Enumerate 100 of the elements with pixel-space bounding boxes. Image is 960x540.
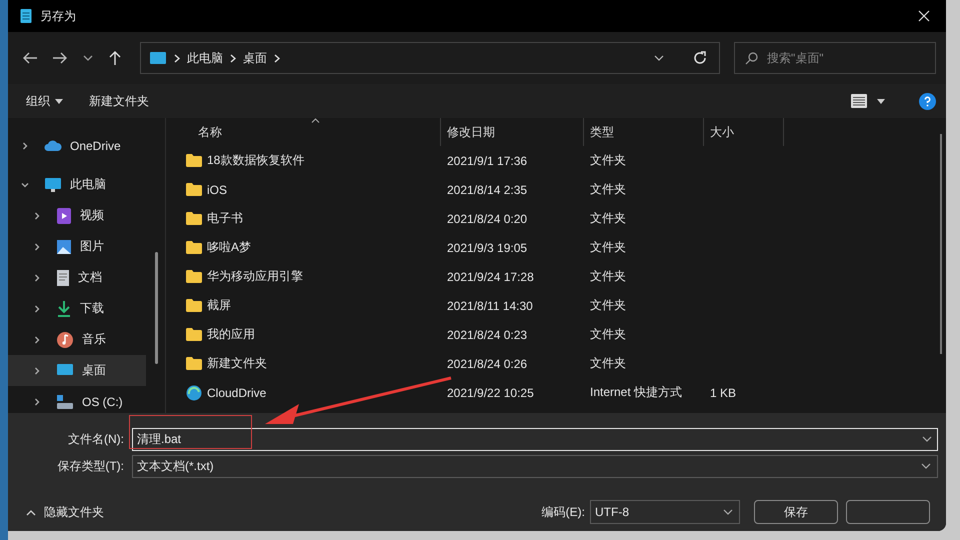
dialog-button[interactable]	[846, 500, 930, 524]
sidebar-item[interactable]: 视频	[8, 200, 146, 231]
forward-arrow-icon[interactable]	[52, 51, 68, 65]
field-label: 编码(E):	[542, 504, 585, 520]
close-icon[interactable]	[918, 10, 930, 22]
date-cell-text: 2021/9/1 17:36	[446, 154, 528, 168]
type-cell-text: Internet 快捷方式	[589, 384, 684, 401]
chevron-down-icon[interactable]	[921, 463, 931, 470]
chevron-down-icon[interactable]	[82, 54, 94, 62]
chevron-right-icon[interactable]	[32, 242, 42, 252]
date-cell-text: 2021/8/11 14:30	[446, 298, 534, 312]
drive-icon	[56, 394, 74, 410]
chevron-down-icon[interactable]	[922, 436, 932, 443]
breadcrumb[interactable]: 桌面	[243, 50, 267, 66]
folder-icon	[186, 299, 202, 312]
field-label: 文件名(N):	[67, 431, 125, 448]
file-name[interactable]: 我的应用	[207, 326, 255, 343]
type-cell-text: 文件夹	[589, 152, 627, 169]
date-cell-text: 2021/8/24 0:23	[446, 328, 528, 342]
file-name[interactable]: 截屏	[207, 297, 231, 314]
column-header[interactable]: 名称	[166, 118, 441, 146]
sidebar-item[interactable]: OS (C:)	[8, 386, 146, 417]
scrollbar[interactable]	[940, 134, 942, 354]
dropdown-triangle-icon[interactable]	[877, 98, 885, 104]
size-cell-text: 1 KB	[709, 386, 738, 400]
search-field[interactable]: 搜索"桌面"	[734, 42, 936, 74]
chevron-right-icon[interactable]	[32, 366, 42, 376]
sidebar-item[interactable]: OneDrive	[8, 130, 146, 161]
save-button[interactable]: 保存	[754, 500, 838, 524]
toolbar-button[interactable]: 新建文件夹	[81, 88, 157, 114]
date-cell-text: 2021/8/14 2:35	[446, 182, 528, 196]
list-view-icon[interactable]	[851, 94, 867, 108]
desktop-icon	[149, 51, 167, 65]
date-cell-text: 2021/9/22 10:25	[446, 386, 535, 400]
file-name[interactable]: 新建文件夹	[207, 355, 267, 372]
toolbar-button[interactable]: 组织	[18, 88, 71, 114]
chevron-right-icon[interactable]	[32, 272, 42, 282]
refresh-icon[interactable]	[693, 51, 707, 65]
encoding-dropdown[interactable]: UTF-8	[590, 500, 740, 524]
hide-folders-toggle[interactable]: 隐藏文件夹	[20, 502, 110, 522]
breadcrumb[interactable]: 此电脑	[187, 50, 223, 66]
sidebar-item[interactable]: 音乐	[8, 324, 146, 355]
folder-icon	[186, 357, 202, 370]
file-name[interactable]: 华为移动应用引擎	[207, 268, 303, 285]
picture-icon	[56, 238, 72, 254]
type-cell-text: 文件夹	[589, 268, 627, 285]
window-title: 另存为	[40, 8, 76, 24]
date-cell-text: 2021/9/24 17:28	[446, 270, 535, 284]
file-name[interactable]: 电子书	[207, 210, 243, 227]
sidebar-item[interactable]: 此电脑	[8, 169, 146, 200]
filename-field[interactable]: 清理.bat	[132, 428, 938, 451]
type-cell-text: 文件夹	[589, 210, 627, 227]
type-cell-text: 文件夹	[589, 181, 627, 198]
globe-icon	[186, 384, 202, 400]
folder-icon	[186, 212, 202, 225]
chevron-up-icon	[26, 508, 36, 516]
folder-icon	[186, 270, 202, 283]
type-cell-text: 文件夹	[589, 239, 627, 256]
file-name[interactable]: 哆啦A梦	[207, 239, 252, 256]
cloud-icon	[44, 140, 62, 152]
chevron-right-icon	[230, 54, 236, 62]
field-label: 保存类型(T):	[56, 458, 125, 475]
file-name[interactable]: iOS	[207, 182, 228, 196]
video-icon	[56, 206, 72, 224]
type-cell-text: 文件夹	[589, 326, 627, 343]
sidebar-item[interactable]: 文档	[8, 262, 146, 293]
chevron-right-icon[interactable]	[32, 210, 42, 220]
scrollbar[interactable]	[155, 252, 158, 364]
chevron-right-icon[interactable]	[32, 304, 42, 314]
folder-icon	[186, 241, 202, 254]
file-type-dropdown[interactable]: 文本文档(*.txt)	[132, 455, 938, 478]
up-arrow-icon[interactable]	[108, 50, 122, 66]
sidebar-item[interactable]: 桌面	[8, 355, 146, 386]
sidebar-item[interactable]: 图片	[8, 231, 146, 262]
column-header[interactable]: 类型	[584, 118, 704, 146]
column-header[interactable]: 大小	[704, 118, 784, 146]
monitor-icon	[44, 176, 62, 192]
date-cell-text: 2021/9/3 19:05	[446, 240, 528, 254]
sidebar-item[interactable]: 下载	[8, 293, 146, 324]
download-icon	[56, 300, 72, 318]
address-bar[interactable]: 此电脑 桌面	[140, 42, 720, 74]
file-name[interactable]: 18款数据恢复软件	[207, 152, 304, 169]
file-name[interactable]: CloudDrive	[207, 386, 266, 400]
date-cell-text: 2021/8/24 0:26	[446, 356, 528, 370]
chevron-right-icon[interactable]	[32, 334, 42, 344]
folder-icon	[186, 328, 202, 341]
date-cell-text: 2021/8/24 0:20	[446, 212, 528, 226]
chevron-down-icon[interactable]	[723, 508, 733, 516]
chevron-right-icon	[274, 54, 280, 62]
chevron-right-icon[interactable]	[20, 140, 30, 150]
chevron-down-icon[interactable]	[654, 54, 664, 62]
help-icon[interactable]	[919, 92, 936, 110]
back-arrow-icon[interactable]	[22, 51, 38, 65]
notepad-icon	[20, 8, 32, 24]
type-cell-text: 文件夹	[589, 355, 627, 372]
folder-icon	[186, 154, 202, 167]
column-header[interactable]: 修改日期	[441, 118, 584, 146]
chevron-right-icon[interactable]	[32, 396, 42, 406]
search-icon	[745, 52, 758, 65]
folder-icon	[186, 183, 202, 196]
